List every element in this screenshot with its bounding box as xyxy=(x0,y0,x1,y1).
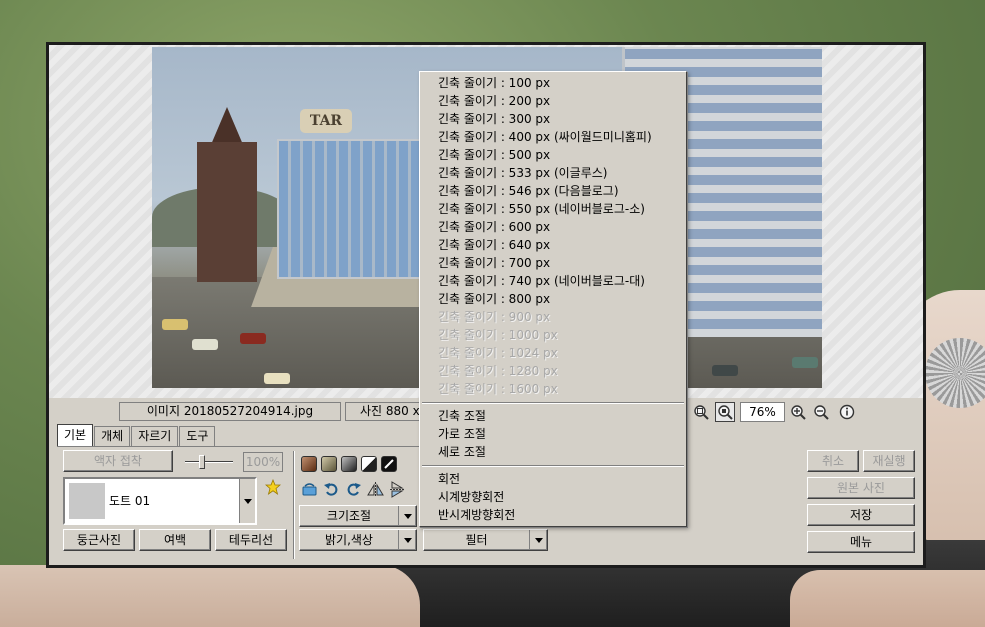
photo-car xyxy=(264,373,290,384)
color-chip-olive[interactable] xyxy=(321,456,337,472)
menu-item-shrink-1280: 긴축 줄이기 : 1280 px xyxy=(438,364,558,378)
background-hand-left xyxy=(0,565,420,627)
frame-thumbnail xyxy=(69,483,105,519)
menu-button[interactable]: 메뉴 xyxy=(807,531,915,553)
menu-item-shrink-1024: 긴축 줄이기 : 1024 px xyxy=(438,346,558,360)
menu-item-rotate-clockwise[interactable]: 시계방향회전 xyxy=(420,488,686,506)
panel-separator xyxy=(293,451,295,559)
resize-dropdown[interactable]: 크기조절 xyxy=(299,505,417,527)
color-chip-gray[interactable] xyxy=(341,456,357,472)
redo-rotate-icon[interactable] xyxy=(343,479,363,499)
mirror-vertical-icon[interactable] xyxy=(387,479,407,499)
status-photo-size: 사진 880 x xyxy=(345,402,423,421)
menu-item-shrink-400[interactable]: 긴축 줄이기 : 400 px (싸이월드미니홈피) xyxy=(420,128,686,146)
menu-item-shrink-800[interactable]: 긴축 줄이기 : 800 px xyxy=(420,290,686,308)
filter-dropdown[interactable]: 필터 xyxy=(423,529,548,551)
photo-church xyxy=(197,142,257,282)
menu-item-width-adjust[interactable]: 가로 조절 xyxy=(420,425,686,443)
photo-car xyxy=(192,339,218,350)
zoom-out-icon[interactable] xyxy=(811,402,831,422)
photo-sign: TAR xyxy=(300,109,352,133)
color-chip-half[interactable] xyxy=(361,456,377,472)
slider-track xyxy=(185,461,233,463)
menu-item-rotate[interactable]: 회전 xyxy=(420,470,686,488)
original-photo-button[interactable]: 원본 사진 xyxy=(807,477,915,499)
menu-item-shrink-546[interactable]: 긴축 줄이기 : 546 px (다음블로그) xyxy=(420,182,686,200)
redo-button[interactable]: 재실행 xyxy=(863,450,915,472)
brightness-label: 밝기,색상 xyxy=(325,533,373,547)
chevron-down-icon[interactable] xyxy=(239,479,255,523)
opacity-slider[interactable] xyxy=(185,455,233,469)
resize-label: 크기조절 xyxy=(326,509,372,523)
info-icon[interactable] xyxy=(837,402,857,422)
menu-item-shrink-900: 긴축 줄이기 : 900 px xyxy=(438,310,551,324)
photo-car xyxy=(712,365,738,376)
menu-item-shrink-640[interactable]: 긴축 줄이기 : 640 px xyxy=(420,236,686,254)
photo-hotel-building xyxy=(277,139,427,279)
tab-object[interactable]: 개체 xyxy=(94,426,131,446)
menu-item-shrink-550[interactable]: 긴축 줄이기 : 550 px (네이버블로그-소) xyxy=(420,200,686,218)
menu-item-long-side-adjust[interactable]: 긴축 조절 xyxy=(420,407,686,425)
zoom-in-icon[interactable] xyxy=(788,402,808,422)
chevron-down-icon[interactable] xyxy=(398,530,416,550)
star-icon[interactable] xyxy=(264,478,282,495)
frame-selector[interactable]: 도트 01 xyxy=(63,477,257,525)
undo-rotate-icon[interactable] xyxy=(321,479,341,499)
zoom-level-display: 76% xyxy=(740,402,785,422)
color-chip-black[interactable] xyxy=(381,456,397,472)
menu-separator xyxy=(420,398,686,407)
chevron-down-icon[interactable] xyxy=(398,506,416,526)
slider-thumb[interactable] xyxy=(199,455,205,469)
tab-crop[interactable]: 자르기 xyxy=(131,426,179,446)
zoom-fit-icon[interactable] xyxy=(691,402,711,422)
frame-attach-button[interactable]: 액자 접착 xyxy=(63,450,173,472)
flip-icon[interactable] xyxy=(299,479,319,499)
chevron-down-icon[interactable] xyxy=(529,530,547,550)
round-photo-button[interactable]: 둥근사진 xyxy=(63,529,135,551)
zoom-actual-icon[interactable] xyxy=(715,402,735,422)
photo-church-spire xyxy=(210,107,244,147)
menu-item-shrink-100[interactable]: 긴축 줄이기 : 100 px xyxy=(420,74,686,92)
photo-car xyxy=(162,319,188,330)
tab-basic[interactable]: 기본 xyxy=(57,424,94,446)
border-line-button[interactable]: 테두리선 xyxy=(215,529,287,551)
color-chip-brown[interactable] xyxy=(301,456,317,472)
margin-button[interactable]: 여백 xyxy=(139,529,211,551)
frame-name: 도트 01 xyxy=(109,494,151,508)
brightness-color-dropdown[interactable]: 밝기,색상 xyxy=(299,529,417,551)
menu-item-height-adjust[interactable]: 세로 조절 xyxy=(420,443,686,461)
photo-car xyxy=(240,333,266,344)
tab-panel-divider xyxy=(57,446,419,447)
menu-separator xyxy=(420,461,686,470)
photo-editor-window: TAR 이미지 20180527204914.jpg 사진 880 x 76% … xyxy=(46,42,926,568)
menu-item-rotate-counterclockwise[interactable]: 반시계방향회전 xyxy=(420,506,686,524)
menu-item-shrink-1600: 긴축 줄이기 : 1600 px xyxy=(438,382,558,396)
menu-item-shrink-200[interactable]: 긴축 줄이기 : 200 px xyxy=(420,92,686,110)
menu-item-shrink-740[interactable]: 긴축 줄이기 : 740 px (네이버블로그-대) xyxy=(420,272,686,290)
resize-context-menu: 긴축 줄이기 : 100 px 긴축 줄이기 : 200 px 긴축 줄이기 :… xyxy=(419,71,687,527)
tab-bar: 기본 개체 자르기 도구 xyxy=(57,424,216,448)
filter-label: 필터 xyxy=(465,533,488,547)
menu-item-shrink-533[interactable]: 긴축 줄이기 : 533 px (이글루스) xyxy=(420,164,686,182)
status-file-name: 이미지 20180527204914.jpg xyxy=(119,402,341,421)
menu-item-shrink-300[interactable]: 긴축 줄이기 : 300 px xyxy=(420,110,686,128)
photo-car xyxy=(792,357,818,368)
mirror-horizontal-icon[interactable] xyxy=(365,479,385,499)
tab-tools[interactable]: 도구 xyxy=(179,426,216,446)
menu-item-shrink-500[interactable]: 긴축 줄이기 : 500 px xyxy=(420,146,686,164)
menu-item-shrink-700[interactable]: 긴축 줄이기 : 700 px xyxy=(420,254,686,272)
opacity-value: 100% xyxy=(243,452,283,472)
background-hand-right xyxy=(790,570,985,627)
menu-item-shrink-1000: 긴축 줄이기 : 1000 px xyxy=(438,328,558,342)
save-button[interactable]: 저장 xyxy=(807,504,915,526)
menu-item-shrink-600[interactable]: 긴축 줄이기 : 600 px xyxy=(420,218,686,236)
undo-button[interactable]: 취소 xyxy=(807,450,859,472)
